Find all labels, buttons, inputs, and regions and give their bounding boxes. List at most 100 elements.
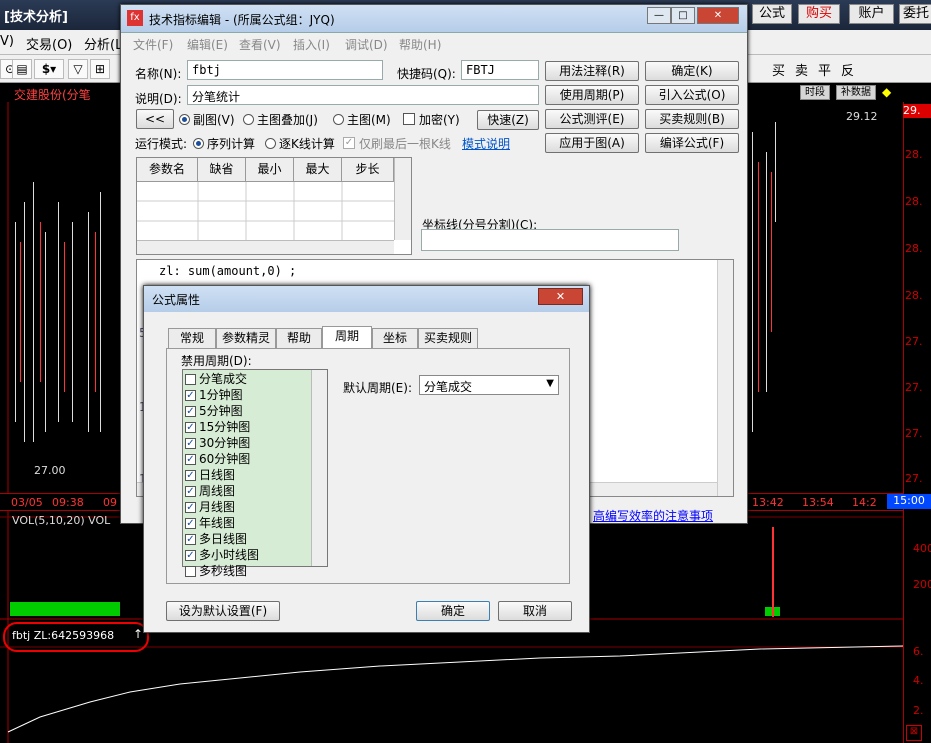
buy-button[interactable]: 买 xyxy=(772,60,785,79)
confirm-button[interactable]: 确定(K) xyxy=(645,61,739,81)
fill-data-tag[interactable]: 补数据 xyxy=(836,85,876,100)
period-checkbox[interactable]: ✓ xyxy=(185,454,196,465)
close-position-button[interactable]: 平 xyxy=(818,60,831,79)
tab-param-wizard[interactable]: 参数精灵 xyxy=(216,328,276,348)
efficiency-notice-link[interactable]: 高编写效率的注意事项 xyxy=(593,507,713,524)
use-period-button[interactable]: 使用周期(P) xyxy=(545,85,639,105)
period-checkbox[interactable]: ✓ xyxy=(185,518,196,529)
compile-formula-button[interactable]: 编译公式(F) xyxy=(645,133,739,153)
overlay-radio[interactable] xyxy=(243,114,254,125)
menu-help[interactable]: 帮助(H) xyxy=(399,36,441,53)
period-checkbox[interactable] xyxy=(185,566,196,577)
sell-button[interactable]: 卖 xyxy=(795,60,808,79)
period-checkbox[interactable]: ✓ xyxy=(185,550,196,561)
period-tab-panel: 禁用周期(D): 分笔成交 ✓ 1分钟图 ✓ 5分钟图 ✓ 15分钟图 ✓ 30分钟图 ✓ 60分钟… xyxy=(166,348,570,584)
period-item[interactable]: ✓ 多小时线图 xyxy=(185,548,259,564)
refresh-last-checkbox[interactable]: ✓ xyxy=(343,137,355,149)
formula-code[interactable]: zl: sum(amount,0) ; xyxy=(159,264,296,278)
collapse-button[interactable]: << xyxy=(136,109,174,129)
expand-icon[interactable]: ⊠ xyxy=(906,725,922,741)
editor-vscroll[interactable] xyxy=(717,260,733,496)
period-checkbox[interactable]: ✓ xyxy=(185,406,196,417)
period-item[interactable]: ✓ 15分钟图 xyxy=(185,420,250,436)
period-item[interactable]: ✓ 多日线图 xyxy=(185,532,247,548)
document-icon[interactable]: ▤ xyxy=(12,59,32,79)
formula-button[interactable]: 公式 xyxy=(752,4,792,24)
ok-button[interactable]: 确定 xyxy=(416,601,490,621)
period-checkbox[interactable]: ✓ xyxy=(185,470,196,481)
close-icon[interactable]: ✕ xyxy=(697,7,739,24)
period-item[interactable]: 分笔成交 xyxy=(185,372,247,388)
time-segment-tag[interactable]: 时段 xyxy=(800,85,830,100)
period-list[interactable]: 分笔成交 ✓ 1分钟图 ✓ 5分钟图 ✓ 15分钟图 ✓ 30分钟图 ✓ 60分钟图 ✓ 日线图 ✓ 周线图… xyxy=(182,369,328,578)
axis-line-input[interactable] xyxy=(421,229,679,251)
shortcut-input[interactable]: FBTJ xyxy=(461,60,539,80)
buy-top-button[interactable]: 购买 xyxy=(798,4,840,24)
name-input[interactable]: fbtj xyxy=(187,60,383,80)
account-button[interactable]: 账户 xyxy=(849,4,894,24)
period-checkbox[interactable]: ✓ xyxy=(185,390,196,401)
period-list-scrollbar[interactable] xyxy=(311,370,327,566)
period-item[interactable]: ✓ 30分钟图 xyxy=(185,436,250,452)
tab-period[interactable]: 周期 xyxy=(322,326,372,349)
period-item[interactable]: ✓ 1分钟图 xyxy=(185,388,243,404)
period-item[interactable]: ✓ 年线图 xyxy=(185,516,235,532)
import-formula-button[interactable]: 引入公式(O) xyxy=(645,85,739,105)
menu-view[interactable]: V) xyxy=(0,34,14,49)
mainchart-radio-label: 主图(M) xyxy=(347,113,391,127)
reverse-button[interactable]: 反 xyxy=(841,60,854,79)
period-checkbox[interactable]: ✓ xyxy=(185,534,196,545)
parameter-grid[interactable]: 参数名 缺省 最小 最大 步长 xyxy=(136,157,412,255)
description-input[interactable]: 分笔统计 xyxy=(187,85,539,105)
menu-edit[interactable]: 编辑(E) xyxy=(187,36,228,53)
chart-icon[interactable]: ⊞ xyxy=(90,59,110,79)
sequence-calc-radio[interactable] xyxy=(193,138,204,149)
default-period-select[interactable]: 分笔成交 ▼ xyxy=(419,375,559,395)
period-item[interactable]: ✓ 5分钟图 xyxy=(185,404,243,420)
period-item[interactable]: ✓ 日线图 xyxy=(185,468,235,484)
period-item[interactable]: 多秒线图 xyxy=(185,564,247,580)
mainchart-radio[interactable] xyxy=(333,114,344,125)
description-label: 说明(D): xyxy=(135,92,182,106)
apply-to-chart-button[interactable]: 应用于图(A) xyxy=(545,133,639,153)
tab-general[interactable]: 常规 xyxy=(168,328,216,348)
order-button[interactable]: 委托 xyxy=(899,4,931,24)
cancel-button[interactable]: 取消 xyxy=(498,601,572,621)
period-item[interactable]: ✓ 周线图 xyxy=(185,484,235,500)
menu-trade[interactable]: 交易(O) xyxy=(26,34,72,53)
menu-view[interactable]: 查看(V) xyxy=(239,36,281,53)
trade-rules-button[interactable]: 买卖规则(B) xyxy=(645,109,739,129)
period-checkbox[interactable]: ✓ xyxy=(185,486,196,497)
quick-button[interactable]: 快速(Z) xyxy=(477,110,539,130)
usage-notes-button[interactable]: 用法注释(R) xyxy=(545,61,639,81)
mode-help-link[interactable]: 模式说明 xyxy=(462,135,510,152)
dialog-titlebar: 公式属性 ✕ xyxy=(144,286,589,312)
menu-file[interactable]: 文件(F) xyxy=(133,36,173,53)
formula-test-button[interactable]: 公式测评(E) xyxy=(545,109,639,129)
set-default-button[interactable]: 设为默认设置(F) xyxy=(166,601,280,621)
period-checkbox[interactable]: ✓ xyxy=(185,502,196,513)
menu-analysis[interactable]: 分析(L xyxy=(84,34,122,53)
maximize-icon[interactable]: □ xyxy=(671,7,695,24)
period-checkbox[interactable] xyxy=(185,374,196,385)
dollar-icon[interactable]: $▾ xyxy=(34,59,64,79)
grid-hscroll[interactable] xyxy=(137,240,394,254)
menu-insert[interactable]: 插入(I) xyxy=(293,36,330,53)
close-icon[interactable]: ✕ xyxy=(538,288,583,305)
diamond-icon[interactable]: ◆ xyxy=(882,85,891,99)
default-period-label: 默认周期(E): xyxy=(343,381,412,395)
filter-icon[interactable]: ▽ xyxy=(68,59,88,79)
tab-help[interactable]: 帮助 xyxy=(276,328,322,348)
minimize-icon[interactable]: — xyxy=(647,7,671,24)
period-item[interactable]: ✓ 60分钟图 xyxy=(185,452,250,468)
period-checkbox[interactable]: ✓ xyxy=(185,422,196,433)
menu-debug[interactable]: 调试(D) xyxy=(345,36,388,53)
subchart-radio[interactable] xyxy=(179,114,190,125)
tab-trade-rules[interactable]: 买卖规则 xyxy=(418,328,478,348)
tab-axis[interactable]: 坐标 xyxy=(372,328,418,348)
encrypt-checkbox[interactable] xyxy=(403,113,415,125)
period-item[interactable]: ✓ 月线图 xyxy=(185,500,235,516)
period-checkbox[interactable]: ✓ xyxy=(185,438,196,449)
per-bar-calc-radio[interactable] xyxy=(265,138,276,149)
grid-vscroll[interactable] xyxy=(394,158,411,240)
